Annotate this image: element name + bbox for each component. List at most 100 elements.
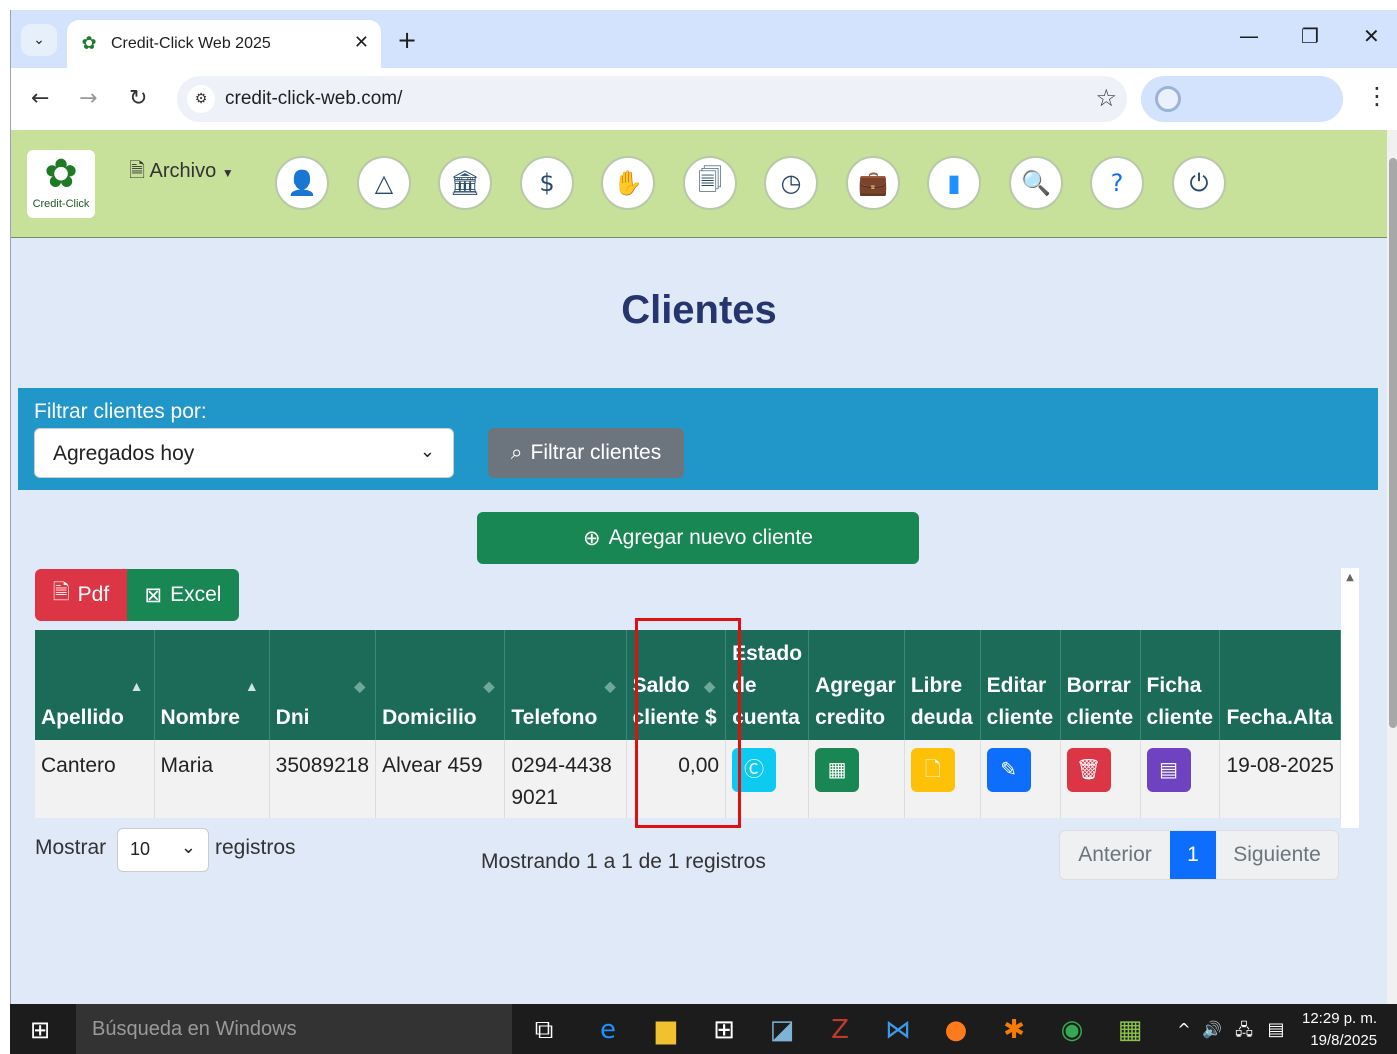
cell-apellido: Cantero [35,740,155,818]
page-length-select[interactable]: 10 ⌄ [117,828,209,872]
excel-export-button[interactable]: ⊠ Excel [127,569,239,621]
site-settings-icon[interactable]: ⚙ [187,85,215,113]
filter-select-value: Agregados hoy [53,442,195,465]
add-credit-button[interactable]: ▦ [815,748,860,792]
app-logo[interactable]: ✿ Credit-Click [27,150,95,218]
briefcase-icon[interactable]: 💼 [846,156,900,210]
menu-kebab-icon[interactable]: ⋮ [1365,82,1389,110]
free-debt-button[interactable]: 🗋 [910,748,955,792]
hand-money-icon[interactable]: ✋ [601,156,655,210]
filter-button-label: Filtrar clientes [530,441,662,464]
filter-panel: Filtrar clientes por: Agregados hoy ⌄ ⌕ … [18,388,1378,490]
scrollbar-thumb[interactable] [1389,158,1397,728]
delete-client-button[interactable]: 🗑 [1066,748,1111,792]
col-dni[interactable]: Dni ◆ [269,630,377,740]
plus-circle-icon: ⊕ [583,526,601,550]
logo-text: Credit-Click [32,198,90,210]
task-view-icon[interactable]: ⧉ [528,1014,560,1046]
client-card-button[interactable]: ▤ [1146,748,1191,792]
pdf-export-button[interactable]: 🗎 Pdf [35,569,127,621]
col-libre-deuda: Libre deuda [904,630,981,740]
notifications-icon[interactable]: ▤ [1260,1014,1292,1046]
cell-credito: ▦ [808,740,905,818]
archivo-menu[interactable]: 🗎 Archivo ▼ [129,156,234,190]
app-header: ✿ Credit-Click 🗎 Archivo ▼ 👤 △ 🏛 $ ✋ 🗐 ◷… [11,130,1387,238]
restore-icon[interactable]: ❐ [1301,24,1319,48]
filter-clients-button[interactable]: ⌕ Filtrar clientes [488,428,684,478]
col-telefono[interactable]: Telefono ◆ [504,630,627,740]
close-tab-icon[interactable]: ✕ [354,32,369,53]
clock-icon[interactable]: ◷ [764,156,818,210]
user-icon[interactable]: 👤 [275,156,329,210]
minimize-icon[interactable]: — [1239,24,1259,48]
col-fecha-alta[interactable]: Fecha.Alta [1219,630,1341,740]
store-icon[interactable]: ⊞ [708,1014,740,1046]
add-client-button[interactable]: ⊕ Agregar nuevo cliente [477,512,919,564]
windows-taskbar: ⊞ Búsqueda en Windows ⧉ e ▆ ⊞ ◪ Z ⋈ ● ✱ … [10,1004,1397,1054]
reload-icon[interactable]: ↻ [129,86,147,111]
search-icon[interactable]: 🔍 [1009,156,1063,210]
page-1-button[interactable]: 1 [1170,831,1216,879]
shapes-icon[interactable]: △ [357,156,411,210]
vscode-icon[interactable]: ⋈ [882,1014,914,1046]
close-window-icon[interactable]: ✕ [1363,24,1380,48]
network-icon[interactable]: 🖧 [1228,1014,1260,1046]
sort-icon: ◆ [604,678,616,694]
file-icon: 🗎 [129,160,146,182]
sort-icon: ▲ [129,678,144,694]
tab-bar: ⌄ ✿ Credit-Click Web 2025 ✕ + — ❐ ✕ [11,10,1397,68]
profile-icon[interactable] [1155,86,1181,112]
table-info: Mostrando 1 a 1 de 1 registros [481,850,766,873]
chevron-down-icon: ⌄ [180,837,196,858]
money-icon[interactable]: $ [520,156,574,210]
volume-icon[interactable]: 🔊 [1196,1014,1228,1046]
sort-icon: ◆ [354,678,366,694]
page-scrollbar[interactable] [1387,130,1397,1004]
clover-logo-icon: ✿ [44,151,78,197]
sort-icon: ▲ [244,678,259,694]
archivo-label: Archivo [149,160,217,182]
notepad-icon[interactable]: ◪ [766,1014,798,1046]
highlight-annotation [635,618,741,828]
caret-down-icon: ▼ [221,166,234,180]
documents-icon[interactable]: 🗐 [683,156,737,210]
folder-icon[interactable]: ▆ [650,1014,682,1046]
col-nombre[interactable]: Nombre ▲ [154,630,270,740]
new-tab-icon[interactable]: + [397,26,417,54]
filezilla-icon[interactable]: Z [824,1014,856,1046]
taskbar-search-placeholder: Búsqueda en Windows [92,1018,297,1040]
pagination: Anterior 1 Siguiente [1059,830,1339,880]
extension-area[interactable] [1141,76,1343,122]
bank-icon[interactable]: 🏛 [438,156,492,210]
next-page-button[interactable]: Siguiente [1216,831,1338,879]
firefox-icon[interactable]: ● [940,1014,972,1046]
browser-window: ⌄ ✿ Credit-Click Web 2025 ✕ + — ❐ ✕ ← → … [10,10,1397,1004]
prev-page-button[interactable]: Anterior [1060,831,1170,879]
system-clock[interactable]: 12:29 p. m. 19/8/2025 [1302,1008,1377,1052]
cell-libre: 🗋 [904,740,981,818]
col-agregar-credito: Agregar credito [808,630,905,740]
show-label: Mostrar [35,836,107,859]
table-scrollbar[interactable]: ▲ [1341,568,1359,828]
edge-icon[interactable]: e [592,1014,624,1046]
filter-select[interactable]: Agregados hoy ⌄ [34,428,454,478]
col-domicilio[interactable]: Domicilio ◆ [375,630,506,740]
clock-time: 12:29 p. m. [1302,1010,1378,1027]
taskbar-search[interactable]: Búsqueda en Windows [76,1004,512,1054]
tab-search-button[interactable]: ⌄ [21,24,57,56]
app-thumbnail-icon[interactable]: ▦ [1114,1014,1146,1046]
xampp-icon[interactable]: ✱ [998,1014,1030,1046]
bookmark-star-icon[interactable]: ☆ [1095,84,1117,112]
help-icon[interactable]: ? [1090,156,1144,210]
power-icon[interactable]: ⏻ [1172,156,1226,210]
browser-tab[interactable]: ✿ Credit-Click Web 2025 ✕ [67,20,381,68]
edit-client-button[interactable]: ✎ [986,748,1031,792]
forward-icon[interactable]: → [79,86,97,111]
back-icon[interactable]: ← [31,86,49,111]
chrome-icon[interactable]: ◉ [1056,1014,1088,1046]
chart-icon[interactable]: ▮ [927,156,981,210]
address-bar[interactable]: ⚙ credit-click-web.com/ ☆ [177,76,1127,122]
col-editar: Editar cliente [980,630,1061,740]
windows-start-icon[interactable]: ⊞ [30,1016,50,1044]
col-apellido[interactable]: Apellido ▲ [35,630,155,740]
